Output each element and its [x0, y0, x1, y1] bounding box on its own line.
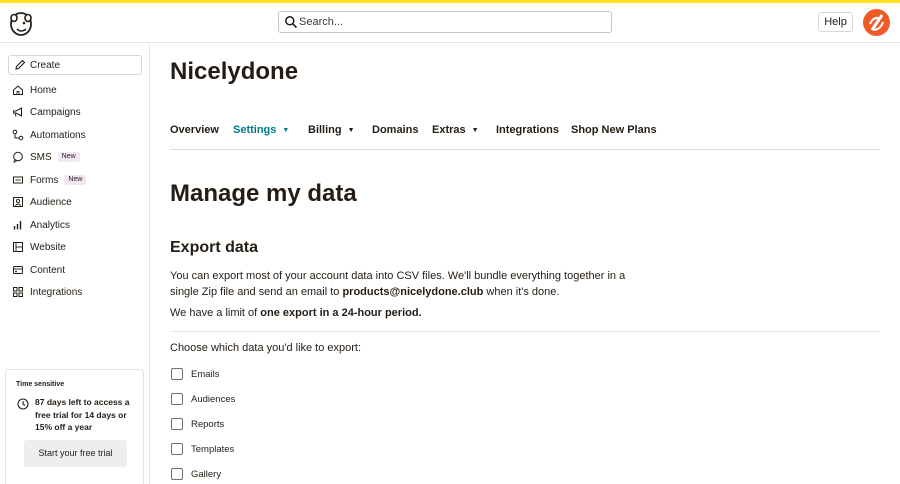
- account-tabs: Overview Settings ▼ Billing ▼ Domains Extr…: [170, 124, 880, 144]
- sidebar-item-audience[interactable]: Audience: [12, 193, 72, 211]
- limit-bold: one export in a 24-hour period.: [260, 307, 422, 319]
- option-label: Templates: [191, 443, 235, 455]
- option-gallery[interactable]: Gallery: [171, 467, 221, 481]
- mailchimp-logo-icon[interactable]: [8, 9, 34, 37]
- search-input[interactable]: [299, 13, 599, 31]
- tab-integrations[interactable]: Integrations: [496, 124, 559, 136]
- tab-overview[interactable]: Overview: [170, 124, 219, 136]
- option-audiences[interactable]: Audiences: [171, 392, 235, 406]
- export-description: You can export most of your account data…: [170, 268, 650, 300]
- create-button[interactable]: Create: [8, 55, 142, 75]
- sidebar-item-content[interactable]: Content: [12, 261, 65, 279]
- tab-label: Overview: [170, 124, 219, 136]
- tab-label: Integrations: [496, 124, 559, 136]
- contact-email: products@nicelydone.club: [342, 286, 484, 298]
- caret-down-icon: ▼: [282, 127, 290, 134]
- tab-label: Settings: [233, 124, 277, 136]
- section-title: Export data: [170, 239, 259, 256]
- tab-shop-new-plans[interactable]: Shop New Plans: [571, 124, 657, 136]
- sidebar-item-campaigns[interactable]: Campaigns: [12, 103, 81, 121]
- sidebar-item-sms[interactable]: SMS New: [12, 148, 80, 166]
- home-icon: [13, 85, 23, 95]
- tab-domains[interactable]: Domains: [372, 124, 418, 136]
- trial-card: Time sensitive 87 days left to access a …: [5, 369, 144, 484]
- sidebar-item-label: Integrations: [30, 286, 83, 298]
- grid-icon: [13, 287, 23, 297]
- option-label: Gallery: [191, 468, 222, 480]
- forms-icon: [13, 176, 23, 184]
- desc-text-end: when it's done.: [483, 286, 560, 298]
- tab-label: Shop New Plans: [571, 124, 657, 136]
- option-label: Audiences: [191, 393, 236, 405]
- pencil-icon: [15, 59, 26, 70]
- clock-icon: [17, 398, 29, 410]
- website-icon: [13, 242, 23, 252]
- tab-billing[interactable]: Billing ▼: [308, 124, 355, 136]
- option-label: Reports: [191, 418, 225, 430]
- avatar-logo-icon: [869, 14, 884, 31]
- sidebar-item-label: Audience: [30, 196, 72, 208]
- start-free-trial-button[interactable]: Start your free trial: [24, 440, 127, 467]
- tab-label: Domains: [372, 124, 419, 136]
- sidebar: Create Home Campaigns Automations SMS Ne…: [0, 44, 150, 484]
- tab-label: Extras: [432, 124, 466, 136]
- export-limit: We have a limit of one export in a 24-ho…: [170, 307, 422, 319]
- section-divider: [170, 331, 880, 332]
- sms-icon: [13, 151, 23, 163]
- checkbox[interactable]: [171, 443, 183, 455]
- sidebar-item-integrations[interactable]: Integrations: [12, 283, 82, 301]
- new-badge: New: [64, 175, 87, 185]
- sidebar-item-website[interactable]: Website: [12, 238, 66, 256]
- tab-settings[interactable]: Settings ▼: [233, 124, 289, 136]
- tab-extras[interactable]: Extras ▼: [432, 124, 479, 136]
- caret-down-icon: ▼: [471, 127, 479, 134]
- sidebar-item-label: Analytics: [30, 219, 71, 231]
- main-content: Nicelydone Overview Settings ▼ Billing ▼ D…: [170, 44, 880, 484]
- search-icon: [285, 16, 298, 29]
- sidebar-item-label: Campaigns: [30, 106, 81, 118]
- caret-down-icon: ▼: [347, 127, 355, 134]
- checkbox[interactable]: [171, 393, 183, 405]
- trial-heading: Time sensitive: [16, 381, 65, 388]
- sidebar-item-analytics[interactable]: Analytics: [12, 216, 70, 234]
- option-reports[interactable]: Reports: [171, 417, 224, 431]
- sidebar-item-label: SMS: [30, 151, 52, 163]
- sidebar-item-label: Automations: [30, 129, 86, 141]
- option-templates[interactable]: Templates: [171, 442, 234, 456]
- checkbox[interactable]: [171, 368, 183, 380]
- search-box[interactable]: [278, 11, 612, 33]
- checkbox[interactable]: [171, 468, 183, 480]
- sidebar-item-label: Home: [30, 84, 57, 96]
- trial-message: 87 days left to access a free trial for …: [35, 397, 130, 432]
- sidebar-item-forms[interactable]: Forms New: [12, 171, 87, 189]
- sidebar-item-label: Content: [30, 264, 66, 276]
- tab-label: Billing: [308, 124, 342, 136]
- sidebar-item-label: Website: [30, 241, 66, 253]
- org-name: Nicelydone: [170, 58, 299, 85]
- help-button[interactable]: Help: [818, 12, 853, 32]
- bar-chart-icon: [13, 221, 22, 230]
- megaphone-icon: [13, 107, 22, 117]
- automations-icon: [12, 129, 24, 141]
- sidebar-item-automations[interactable]: Automations: [12, 126, 86, 144]
- create-label: Create: [30, 60, 61, 71]
- content-icon: [13, 266, 23, 274]
- sidebar-item-label: Forms: [30, 174, 59, 186]
- option-emails[interactable]: Emails: [171, 367, 220, 381]
- top-bar: Help: [0, 3, 900, 43]
- option-label: Emails: [191, 368, 220, 380]
- limit-text: We have a limit of: [170, 307, 261, 319]
- checkbox[interactable]: [171, 418, 183, 430]
- avatar[interactable]: [863, 9, 890, 36]
- page-title: Manage my data: [170, 180, 357, 207]
- new-badge: New: [57, 152, 80, 162]
- audience-icon: [13, 197, 23, 207]
- sidebar-item-home[interactable]: Home: [12, 81, 57, 99]
- choose-label: Choose which data you'd like to export:: [170, 342, 362, 354]
- tabs-divider: [170, 149, 880, 150]
